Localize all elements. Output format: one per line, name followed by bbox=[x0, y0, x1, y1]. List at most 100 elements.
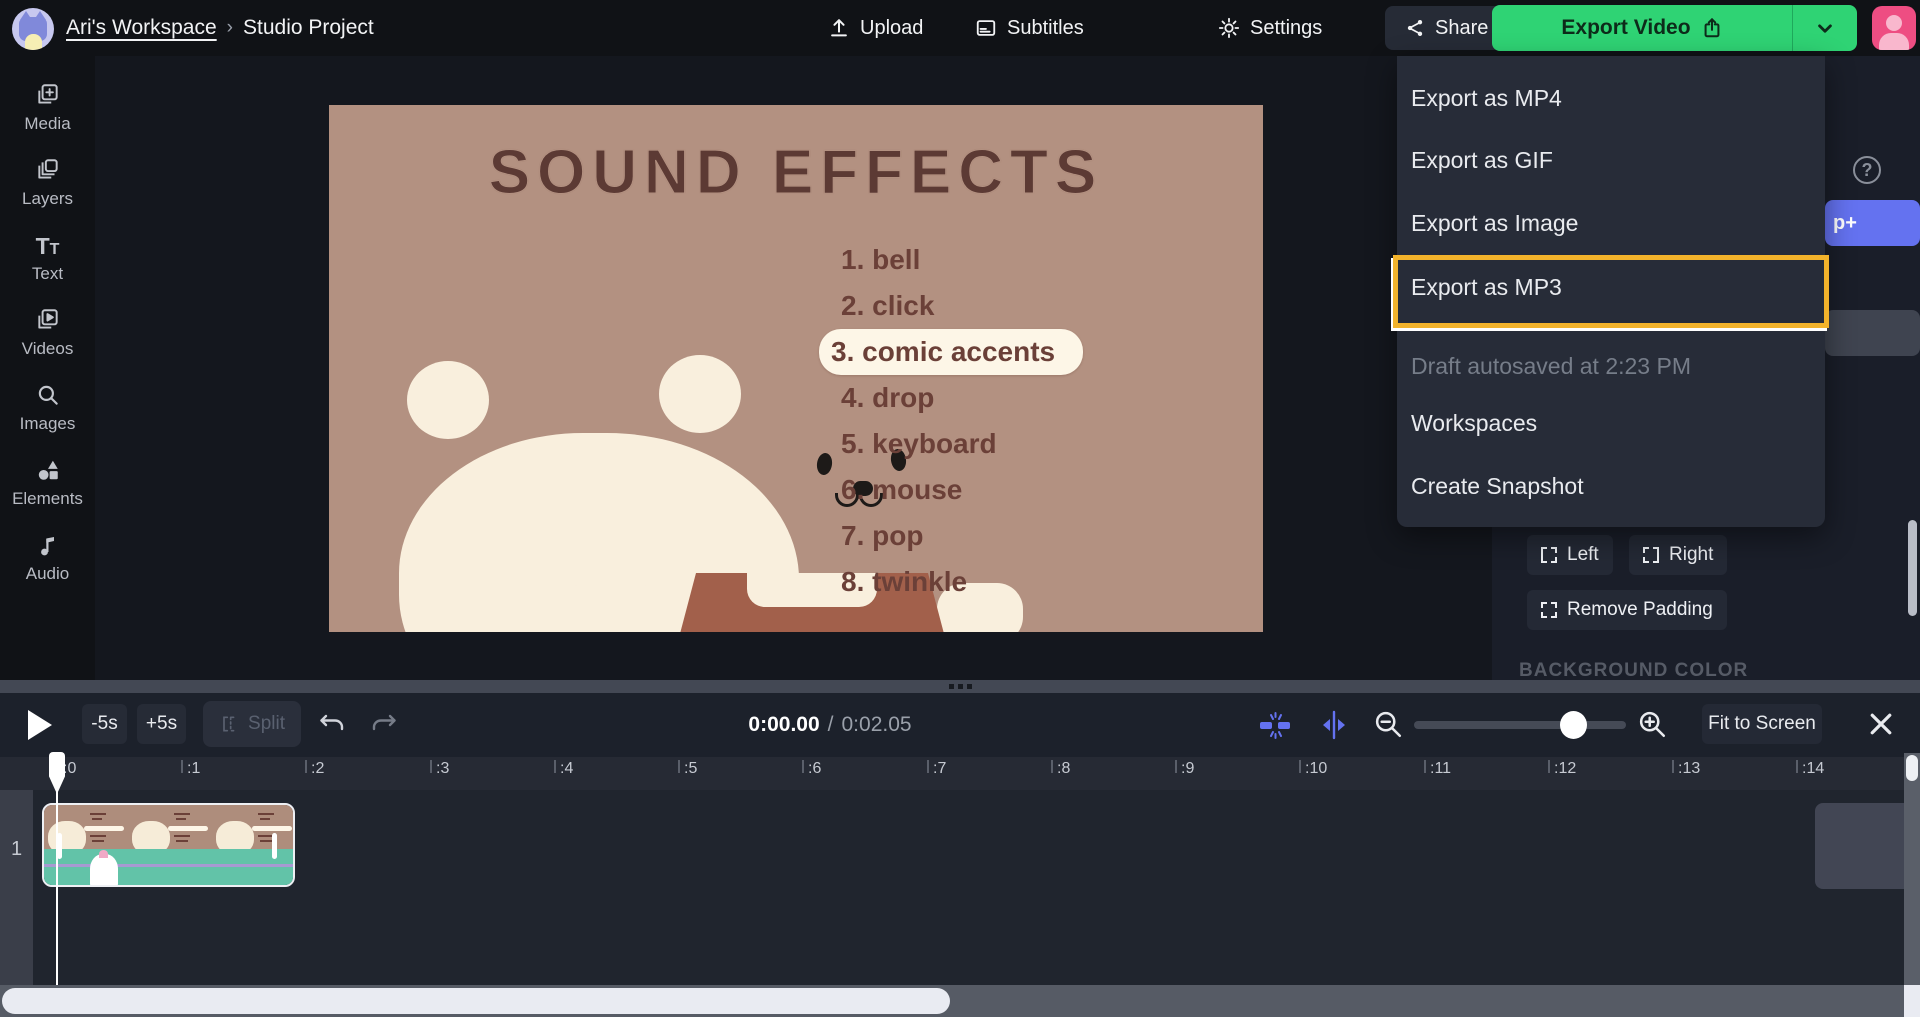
remove-padding-icon bbox=[1541, 602, 1557, 618]
padding-left-button[interactable]: Left bbox=[1527, 535, 1613, 575]
clip-audio-strip bbox=[44, 849, 293, 887]
ruler-tick-label: :10 bbox=[1305, 760, 1327, 778]
scrollbar-corner bbox=[1904, 985, 1920, 1017]
videos-icon bbox=[35, 307, 61, 333]
ruler-tick-label: :12 bbox=[1554, 760, 1576, 778]
workspace-logo[interactable] bbox=[12, 8, 54, 50]
remove-padding-button[interactable]: Remove Padding bbox=[1527, 590, 1727, 630]
menu-item-workspaces[interactable]: Workspaces bbox=[1411, 406, 1811, 440]
ruler-tick-label: :9 bbox=[1181, 760, 1194, 778]
settings-button[interactable]: Settings bbox=[1218, 0, 1322, 56]
ruler-tick-label: :8 bbox=[1057, 760, 1070, 778]
upload-label: Upload bbox=[860, 17, 923, 40]
share-label: Share bbox=[1435, 17, 1488, 40]
timeline-horizontal-scrollbar-thumb[interactable] bbox=[2, 988, 950, 1014]
split-icon bbox=[219, 714, 239, 734]
ruler-tick-label: :2 bbox=[311, 760, 324, 778]
timeline-vertical-scrollbar-thumb[interactable] bbox=[1906, 755, 1918, 781]
share-icon bbox=[1405, 18, 1425, 38]
ruler-tick-label: :13 bbox=[1678, 760, 1700, 778]
upload-button[interactable]: Upload bbox=[828, 0, 923, 56]
menu-item-export-image[interactable]: Export as Image bbox=[1411, 206, 1811, 240]
redo-icon[interactable] bbox=[370, 711, 398, 737]
timeline-vertical-scrollbar-track[interactable] bbox=[1904, 753, 1920, 985]
ruler-tick-label: :7 bbox=[933, 760, 946, 778]
sidebar-item-audio[interactable]: Audio bbox=[0, 532, 95, 584]
breadcrumb-workspace-link[interactable]: Ari's Workspace bbox=[66, 16, 217, 40]
timeline-clip[interactable] bbox=[42, 803, 295, 887]
zoom-out-icon[interactable] bbox=[1372, 708, 1404, 740]
kapwing-studio-app: Ari's Workspace › Studio Project Upload … bbox=[0, 0, 1920, 1017]
zoom-slider-knob[interactable] bbox=[1560, 711, 1587, 739]
top-bar: Ari's Workspace › Studio Project Upload … bbox=[0, 0, 1920, 56]
breadcrumb-project-title[interactable]: Studio Project bbox=[243, 16, 374, 40]
snap-toggle-icon[interactable] bbox=[1258, 709, 1294, 741]
clip-trim-handle-right[interactable] bbox=[272, 833, 277, 859]
close-timeline-icon[interactable] bbox=[1866, 709, 1896, 739]
sidebar-item-text[interactable]: TT Text bbox=[0, 232, 95, 284]
shapes-icon bbox=[35, 457, 61, 483]
background-color-section-label: BACKGROUND COLOR bbox=[1519, 660, 1748, 680]
fit-to-screen-button[interactable]: Fit to Screen bbox=[1702, 704, 1822, 744]
sidebar-item-images[interactable]: Images bbox=[0, 382, 95, 434]
padding-right-label: Right bbox=[1669, 544, 1713, 566]
sound-effects-list: 1. bell 2. click 3. comic accents 4. dro… bbox=[829, 237, 1083, 605]
text-icon: TT bbox=[36, 232, 60, 258]
sidebar-item-label: Videos bbox=[22, 339, 74, 359]
export-video-split-button: Export Video bbox=[1492, 5, 1857, 51]
sidebar-item-elements[interactable]: Elements bbox=[0, 457, 95, 509]
offscreen-clip-fragment[interactable] bbox=[1815, 803, 1904, 889]
clip-audio-midline bbox=[44, 864, 293, 867]
ruler-tick-label: :6 bbox=[808, 760, 821, 778]
sidebar-item-videos[interactable]: Videos bbox=[0, 307, 95, 359]
timeline-horizontal-scrollbar-track[interactable] bbox=[0, 985, 1920, 1017]
panel-button-fragment[interactable] bbox=[1825, 310, 1920, 356]
time-separator: / bbox=[828, 713, 834, 737]
sidebar-item-media[interactable]: Media bbox=[0, 82, 95, 134]
slide-title: SOUND EFFECTS bbox=[329, 137, 1263, 208]
play-button[interactable] bbox=[28, 710, 52, 740]
export-video-button[interactable]: Export Video bbox=[1492, 16, 1792, 40]
upload-icon bbox=[828, 17, 850, 39]
sidebar-item-layers[interactable]: Layers bbox=[0, 157, 95, 209]
panel-scrollbar[interactable] bbox=[1908, 520, 1917, 616]
logo-cat-belly bbox=[25, 34, 42, 50]
padding-left-icon bbox=[1541, 547, 1557, 563]
video-preview-frame[interactable]: SOUND EFFECTS 1. bell 2. click 3. comic … bbox=[329, 105, 1263, 632]
timeline-toolbar: -5s +5s Split 0:00.00 / 0:02.05 bbox=[0, 693, 1920, 757]
canvas-timeline-resize-handle[interactable] bbox=[0, 680, 1920, 693]
sidebar-item-label: Text bbox=[32, 264, 63, 284]
split-button[interactable]: Split bbox=[203, 701, 301, 747]
padding-right-button[interactable]: Right bbox=[1629, 535, 1727, 575]
forward-5s-button[interactable]: +5s bbox=[137, 704, 186, 744]
avatar-person-icon bbox=[1886, 15, 1902, 31]
ruler-tick-label: :5 bbox=[684, 760, 697, 778]
left-toolbar-rail: Media Layers TT Text Videos Images bbox=[0, 56, 95, 680]
sidebar-item-label: Elements bbox=[12, 489, 83, 509]
timeline-zoom-slider[interactable] bbox=[1414, 721, 1626, 729]
menu-item-export-gif[interactable]: Export as GIF bbox=[1411, 143, 1811, 177]
help-icon[interactable]: ? bbox=[1853, 156, 1881, 184]
split-preview-icon[interactable] bbox=[1318, 709, 1350, 741]
avatar-person-icon bbox=[1879, 33, 1909, 50]
menu-item-export-mp4[interactable]: Export as MP4 bbox=[1411, 81, 1811, 115]
clip-thumbnail-tile bbox=[212, 805, 295, 849]
undo-icon[interactable] bbox=[318, 711, 346, 737]
account-avatar[interactable] bbox=[1872, 6, 1916, 50]
sidebar-item-label: Audio bbox=[26, 564, 69, 584]
export-icon bbox=[1701, 17, 1723, 39]
resolution-badge[interactable]: p+ bbox=[1825, 200, 1920, 246]
zoom-in-icon[interactable] bbox=[1636, 708, 1668, 740]
ruler-tick-label: :14 bbox=[1802, 760, 1824, 778]
share-button[interactable]: Share bbox=[1385, 6, 1508, 50]
export-options-caret-button[interactable] bbox=[1793, 15, 1857, 41]
bear-arm bbox=[561, 583, 661, 632]
list-item: 6. mouse bbox=[829, 467, 1083, 513]
subtitles-button[interactable]: Subtitles bbox=[975, 0, 1084, 56]
sidebar-item-label: Layers bbox=[22, 189, 73, 209]
gear-icon bbox=[1218, 17, 1240, 39]
rewind-5s-button[interactable]: -5s bbox=[82, 704, 127, 744]
menu-item-export-mp3[interactable]: Export as MP3 bbox=[1411, 270, 1811, 304]
timeline-ruler[interactable]: :0 :1 :2 :3 :4 :5 :6 :7 :8 :9 :10 :11 :1… bbox=[0, 757, 1920, 790]
menu-item-create-snapshot[interactable]: Create Snapshot bbox=[1411, 469, 1811, 503]
